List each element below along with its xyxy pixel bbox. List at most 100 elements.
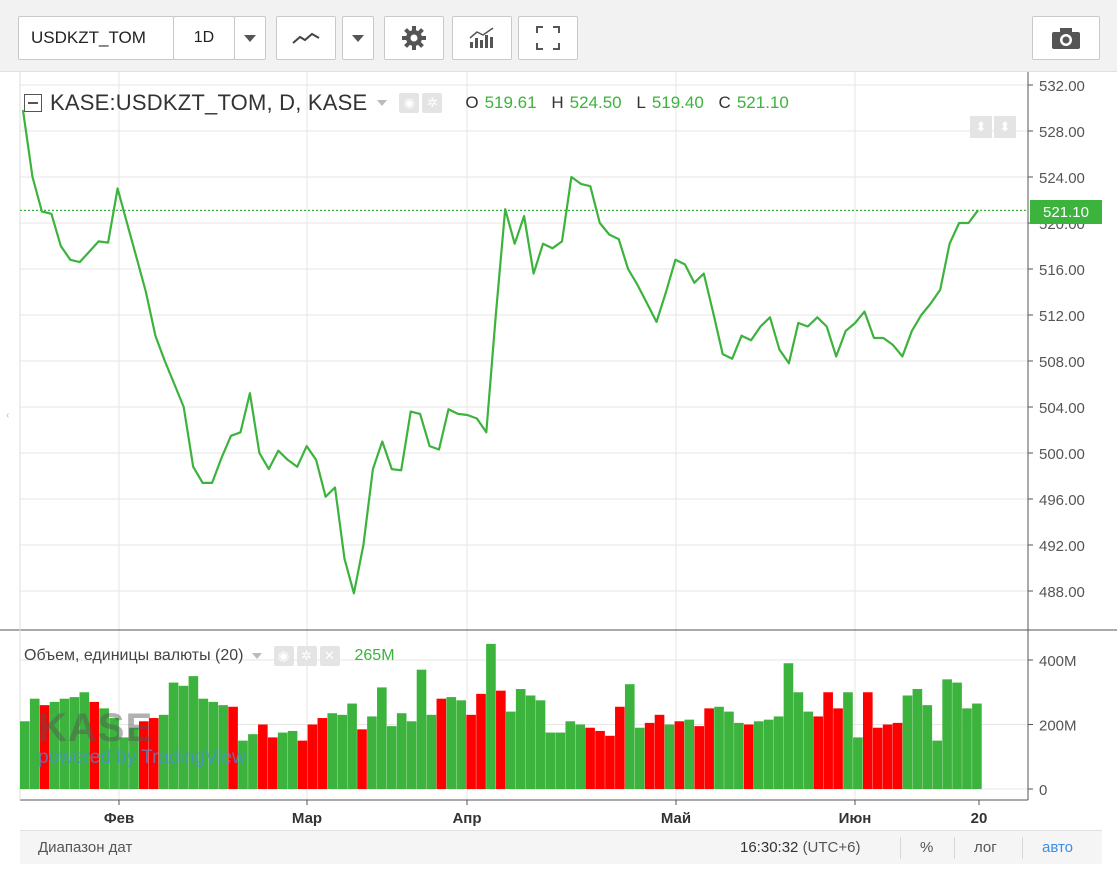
auto-toggle[interactable]: авто bbox=[1042, 839, 1073, 856]
volume-bar bbox=[287, 730, 298, 789]
price-point bbox=[391, 468, 393, 470]
volume-bar bbox=[912, 689, 923, 789]
interval-dropdown-button[interactable] bbox=[234, 16, 266, 60]
close-label: C bbox=[718, 93, 731, 112]
volume-bar bbox=[515, 689, 526, 789]
fullscreen-button[interactable] bbox=[518, 16, 578, 60]
price-point bbox=[655, 321, 658, 323]
volume-bar bbox=[446, 697, 457, 789]
price-point bbox=[107, 241, 109, 244]
price-point bbox=[98, 240, 100, 242]
price-point bbox=[372, 468, 374, 470]
price-point bbox=[410, 411, 412, 413]
time-tick-label: Апр bbox=[452, 810, 481, 827]
price-point bbox=[674, 259, 677, 261]
close-value: 521.10 bbox=[736, 93, 789, 112]
price-point bbox=[882, 337, 885, 339]
price-point bbox=[135, 256, 138, 259]
price-point bbox=[343, 558, 346, 560]
volume-bar bbox=[714, 706, 724, 789]
time-tick-label: Июн bbox=[839, 810, 872, 827]
price-point bbox=[967, 222, 970, 224]
clock: 16:30:32 bbox=[740, 839, 799, 856]
volume-bar bbox=[367, 716, 377, 789]
price-point bbox=[911, 330, 913, 332]
price-point bbox=[315, 459, 317, 461]
price-point bbox=[608, 233, 610, 236]
price-point bbox=[618, 238, 620, 240]
indicators-button[interactable] bbox=[452, 16, 512, 60]
gear-icon[interactable]: ✲ bbox=[296, 646, 317, 666]
divider bbox=[954, 837, 955, 859]
time-display: 16:30:32 (UTC+6) bbox=[740, 839, 860, 856]
price-point bbox=[362, 544, 364, 546]
eye-icon[interactable]: ◉ bbox=[273, 646, 294, 666]
price-point bbox=[930, 302, 932, 305]
interval-button[interactable]: 1D bbox=[173, 16, 235, 60]
volume-bar bbox=[496, 690, 506, 789]
chevron-down-icon[interactable] bbox=[377, 100, 388, 106]
line-chart-icon bbox=[292, 32, 320, 44]
volume-bar bbox=[317, 718, 328, 789]
volume-bar bbox=[684, 719, 695, 789]
price-point bbox=[627, 268, 629, 270]
price-point bbox=[485, 431, 487, 433]
price-point bbox=[277, 450, 279, 452]
volume-bar bbox=[327, 713, 338, 789]
price-point bbox=[145, 291, 147, 293]
volume-bar bbox=[862, 692, 873, 789]
volume-bar bbox=[357, 729, 367, 789]
price-point bbox=[665, 291, 667, 293]
price-point bbox=[211, 482, 213, 484]
price-point bbox=[863, 310, 866, 313]
volume-bar bbox=[426, 714, 437, 789]
ohlc-values: O 519.61 H 524.50 L 519.40 C 521.10 bbox=[465, 93, 798, 113]
price-point bbox=[580, 183, 582, 185]
eye-icon[interactable]: ◉ bbox=[399, 93, 420, 113]
price-point bbox=[296, 466, 298, 468]
date-range-button[interactable]: Диапазон дат bbox=[38, 839, 132, 856]
price-point bbox=[731, 358, 733, 360]
price-point bbox=[750, 339, 752, 341]
volume-bar bbox=[634, 727, 645, 789]
volume-bar bbox=[942, 679, 952, 789]
price-point bbox=[561, 240, 563, 242]
price-point bbox=[428, 445, 431, 447]
log-toggle[interactable]: лог bbox=[974, 839, 997, 856]
price-tick-label: 524.00 bbox=[1039, 170, 1085, 187]
gear-icon[interactable]: ✲ bbox=[422, 93, 443, 113]
price-point bbox=[334, 486, 336, 489]
move-down-icon[interactable]: ⬍ bbox=[994, 116, 1016, 138]
price-point bbox=[901, 355, 903, 357]
volume-bar bbox=[386, 726, 397, 789]
price-point bbox=[202, 482, 204, 484]
snapshot-button[interactable] bbox=[1032, 16, 1100, 60]
close-icon[interactable]: ✕ bbox=[319, 646, 340, 666]
volume-bar bbox=[545, 732, 556, 789]
open-value: 519.61 bbox=[484, 93, 537, 112]
chevron-down-icon[interactable] bbox=[251, 653, 262, 659]
volume-bar bbox=[377, 687, 387, 789]
volume-bar bbox=[932, 740, 943, 789]
main-legend: KASE:USDKZT_TOM, D, KASE ◉ ✲ O 519.61 H 52… bbox=[24, 88, 799, 118]
collapse-icon[interactable] bbox=[24, 94, 42, 112]
price-point bbox=[684, 263, 686, 265]
volume-bar bbox=[307, 724, 318, 789]
symbol-search-button[interactable]: USDKZT_TOM bbox=[18, 16, 174, 60]
price-point bbox=[797, 322, 799, 324]
volume-bar bbox=[20, 721, 30, 789]
price-point bbox=[778, 348, 781, 351]
price-point bbox=[381, 440, 383, 443]
move-up-icon[interactable]: ⬍ bbox=[970, 116, 992, 138]
left-panel-handle[interactable]: ‹ bbox=[6, 410, 14, 450]
chart-type-button[interactable] bbox=[276, 16, 336, 60]
price-point bbox=[79, 261, 81, 263]
price-point bbox=[551, 247, 554, 249]
price-point bbox=[826, 325, 828, 328]
last-price-label: 521.10 bbox=[1030, 200, 1102, 224]
volume-bar bbox=[416, 669, 427, 789]
settings-button[interactable] bbox=[384, 16, 444, 60]
percent-toggle[interactable]: % bbox=[920, 839, 933, 856]
divider bbox=[900, 837, 901, 859]
chart-type-dropdown-button[interactable] bbox=[342, 16, 374, 60]
